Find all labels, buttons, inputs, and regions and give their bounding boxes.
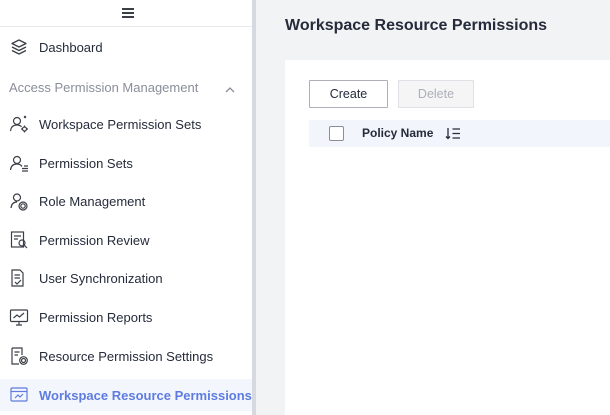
column-header-policy-name[interactable]: Policy Name — [362, 126, 433, 140]
sidebar-item-label: Role Management — [39, 193, 146, 209]
create-button[interactable]: Create — [309, 80, 388, 108]
sidebar-item-label: Resource Permission Settings — [39, 348, 214, 364]
user-list-icon — [9, 153, 29, 173]
chevron-up-icon[interactable] — [224, 82, 236, 93]
user-gear-icon — [9, 114, 29, 134]
app-window: Dashboard Access Permission Management W… — [0, 0, 610, 415]
sidebar-item-label: Permission Sets — [39, 155, 133, 171]
sidebar-item-permission-sets[interactable]: Permission Sets — [0, 147, 255, 179]
main-content: Workspace Resource Permissions Create De… — [257, 0, 610, 415]
page-title: Workspace Resource Permissions — [285, 17, 548, 34]
report-monitor-icon — [9, 307, 29, 327]
sidebar-item-workspace-permission-sets[interactable]: Workspace Permission Sets — [0, 108, 255, 140]
user-cog-icon — [9, 191, 29, 211]
hamburger-icon[interactable] — [121, 8, 134, 18]
group-label: Access Permission Management — [9, 79, 199, 95]
sidebar-item-label: User Synchronization — [39, 270, 163, 286]
delete-button: Delete — [398, 80, 474, 108]
sidebar-item-label: Permission Reports — [39, 309, 153, 325]
review-document-icon — [9, 230, 29, 250]
sidebar-item-label: Workspace Resource Permissions — [39, 387, 252, 403]
sidebar-item-dashboard[interactable]: Dashboard — [0, 31, 255, 63]
sidebar-item-resource-permission-settings[interactable]: Resource Permission Settings — [0, 340, 255, 372]
sidebar-item-label: Permission Review — [39, 232, 150, 248]
sidebar-item-workspace-resource-permissions[interactable]: Workspace Resource Permissions — [0, 379, 255, 411]
sidebar-item-permission-reports[interactable]: Permission Reports — [0, 301, 255, 333]
sync-document-icon — [9, 268, 29, 288]
select-all-checkbox[interactable] — [329, 126, 344, 141]
sidebar: Dashboard Access Permission Management W… — [0, 0, 256, 415]
settings-document-icon — [9, 346, 29, 366]
sidebar-item-label: Dashboard — [39, 39, 103, 55]
sidebar-item-role-management[interactable]: Role Management — [0, 185, 255, 217]
sidebar-item-user-synchronization[interactable]: User Synchronization — [0, 262, 255, 294]
table-header: Policy Name — [309, 120, 610, 147]
workspace-resource-icon — [9, 385, 29, 405]
sidebar-item-label: Workspace Permission Sets — [39, 116, 202, 132]
layers-icon — [9, 37, 29, 57]
sidebar-scrollbar[interactable] — [252, 0, 256, 415]
sidebar-item-permission-review[interactable]: Permission Review — [0, 224, 255, 256]
group-access-permission-management[interactable]: Access Permission Management — [0, 72, 255, 102]
sort-icon[interactable] — [445, 127, 461, 140]
sidebar-top — [0, 0, 255, 27]
content-panel: Create Delete Policy Name — [285, 60, 610, 415]
